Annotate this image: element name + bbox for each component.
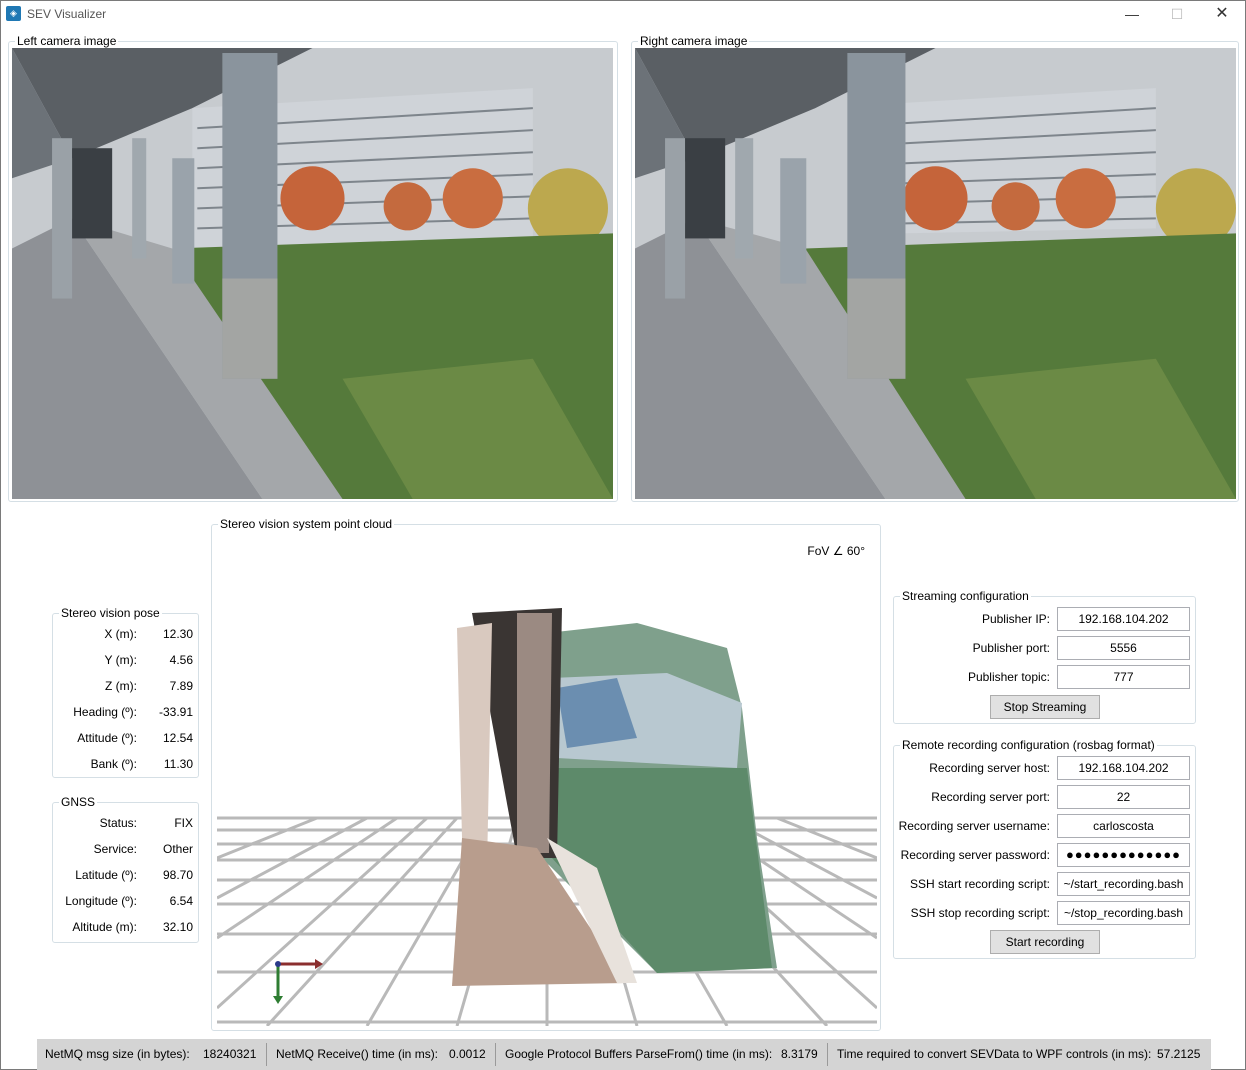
gnss-latitude-label: Latitude (º): [75, 868, 137, 882]
recording-username-label: Recording server username: [898, 819, 1050, 833]
gnss-status-label: Status: [99, 816, 137, 830]
streaming-group: Streaming configuration Publisher IP: 19… [893, 589, 1196, 724]
recording-host-input[interactable]: 192.168.104.202 [1057, 756, 1190, 780]
status-bar: NetMQ msg size (in bytes): 18240321 NetM… [37, 1039, 1211, 1070]
parse-time-label: Google Protocol Buffers ParseFrom() time… [505, 1047, 773, 1061]
title-bar: ◈ SEV Visualizer — ☐ ✕ [1, 1, 1245, 27]
ssh-start-script-row: SSH start recording script: ~/start_reco… [894, 872, 1190, 896]
receive-time-value: 0.0012 [449, 1047, 486, 1061]
stereo-pose-title: Stereo vision pose [59, 606, 162, 620]
pose-row-x: X (m): 12.30 [53, 624, 199, 644]
gnss-row-longitude: Longitude (º): 6.54 [53, 891, 199, 911]
right-camera-title: Right camera image [638, 34, 750, 48]
convert-time-label: Time required to convert SEVData to WPF … [837, 1047, 1152, 1061]
recording-password-input[interactable]: ●●●●●●●●●●●●● [1057, 843, 1190, 867]
parse-time-value: 8.3179 [781, 1047, 818, 1061]
stop-streaming-button[interactable]: Stop Streaming [990, 695, 1100, 719]
streaming-title: Streaming configuration [900, 589, 1031, 603]
publisher-topic-input[interactable]: 777 [1057, 665, 1190, 689]
publisher-ip-row: Publisher IP: 192.168.104.202 [894, 607, 1190, 631]
point-cloud-viewport[interactable]: FoV ∠ 60° [217, 538, 877, 1026]
gnss-latitude-value: 98.70 [162, 868, 193, 882]
gnss-altitude-label: Altitude (m): [72, 920, 137, 934]
start-recording-button[interactable]: Start recording [990, 930, 1100, 954]
pose-attitude-label: Attitude (º): [77, 731, 137, 745]
status-separator [266, 1043, 267, 1066]
gnss-row-latitude: Latitude (º): 98.70 [53, 865, 199, 885]
axes-gizmo-icon [273, 959, 323, 1004]
recording-title: Remote recording configuration (rosbag f… [900, 738, 1157, 752]
maximize-button[interactable]: ☐ [1154, 1, 1200, 27]
app-icon: ◈ [6, 6, 21, 21]
gnss-row-service: Service: Other [53, 839, 199, 859]
pose-heading-label: Heading (º): [73, 705, 137, 719]
close-button[interactable]: ✕ [1199, 1, 1245, 27]
msg-size-label: NetMQ msg size (in bytes): [45, 1047, 190, 1061]
pose-bank-label: Bank (º): [90, 757, 137, 771]
pose-z-value: 7.89 [169, 679, 193, 693]
publisher-port-input[interactable]: 5556 [1057, 636, 1190, 660]
ssh-start-script-input[interactable]: ~/start_recording.bash [1057, 872, 1190, 896]
pose-attitude-value: 12.54 [162, 731, 193, 745]
pose-row-y: Y (m): 4.56 [53, 650, 199, 670]
main-window: ◈ SEV Visualizer — ☐ ✕ Left camera image [0, 0, 1246, 1070]
pose-heading-value: -33.91 [158, 705, 193, 719]
pose-row-bank: Bank (º): 11.30 [53, 754, 199, 774]
recording-password-row: Recording server password: ●●●●●●●●●●●●● [894, 843, 1190, 867]
recording-username-row: Recording server username: carloscosta [894, 814, 1190, 838]
pose-row-heading: Heading (º): -33.91 [53, 702, 199, 722]
ssh-start-script-label: SSH start recording script: [909, 877, 1050, 891]
gnss-longitude-label: Longitude (º): [65, 894, 137, 908]
gnss-altitude-value: 32.10 [162, 920, 193, 934]
pose-x-value: 12.30 [162, 627, 193, 641]
gnss-status-value: FIX [174, 816, 193, 830]
right-camera-image [635, 48, 1236, 499]
publisher-ip-input[interactable]: 192.168.104.202 [1057, 607, 1190, 631]
recording-group: Remote recording configuration (rosbag f… [893, 738, 1196, 959]
gnss-service-label: Service: [93, 842, 137, 856]
point-cloud-title: Stereo vision system point cloud [218, 517, 395, 531]
gnss-service-value: Other [162, 842, 193, 856]
ssh-stop-script-label: SSH stop recording script: [910, 906, 1050, 920]
recording-username-input[interactable]: carloscosta [1057, 814, 1190, 838]
left-camera-image [12, 48, 613, 499]
publisher-port-row: Publisher port: 5556 [894, 636, 1190, 660]
left-camera-title: Left camera image [15, 34, 119, 48]
receive-time-label: NetMQ Receive() time (in ms): [276, 1047, 439, 1061]
point-cloud-points [452, 608, 777, 986]
msg-size-value: 18240321 [203, 1047, 257, 1061]
stereo-pose-group: Stereo vision pose X (m): 12.30 Y (m): 4… [52, 606, 199, 778]
publisher-topic-label: Publisher topic: [967, 670, 1050, 684]
pose-x-label: X (m): [104, 627, 137, 641]
minimize-button[interactable]: — [1109, 1, 1155, 27]
publisher-port-label: Publisher port: [972, 641, 1050, 655]
ssh-stop-script-row: SSH stop recording script: ~/stop_record… [894, 901, 1190, 925]
pose-y-label: Y (m): [104, 653, 137, 667]
recording-host-row: Recording server host: 192.168.104.202 [894, 756, 1190, 780]
fov-label: FoV ∠ 60° [807, 544, 865, 558]
recording-port-row: Recording server port: 22 [894, 785, 1190, 809]
recording-port-input[interactable]: 22 [1057, 785, 1190, 809]
gnss-longitude-value: 6.54 [169, 894, 193, 908]
convert-time-value: 57.2125 [1157, 1047, 1201, 1061]
status-separator [495, 1043, 496, 1066]
publisher-ip-label: Publisher IP: [981, 612, 1050, 626]
status-separator [827, 1043, 828, 1066]
point-cloud-canvas [217, 608, 877, 1026]
recording-password-label: Recording server password: [900, 848, 1050, 862]
window-title: SEV Visualizer [27, 7, 107, 21]
pose-z-label: Z (m): [105, 679, 137, 693]
recording-host-label: Recording server host: [929, 761, 1050, 775]
pose-bank-value: 11.30 [163, 757, 193, 771]
gnss-title: GNSS [59, 795, 98, 809]
gnss-row-status: Status: FIX [53, 813, 199, 833]
ssh-stop-script-input[interactable]: ~/stop_recording.bash [1057, 901, 1190, 925]
recording-port-label: Recording server port: [931, 790, 1050, 804]
publisher-topic-row: Publisher topic: 777 [894, 665, 1190, 689]
pose-row-attitude: Attitude (º): 12.54 [53, 728, 199, 748]
pose-y-value: 4.56 [169, 653, 193, 667]
gnss-row-altitude: Altitude (m): 32.10 [53, 917, 199, 937]
pose-row-z: Z (m): 7.89 [53, 676, 199, 696]
gnss-group: GNSS Status: FIX Service: Other Latitude… [52, 795, 199, 943]
